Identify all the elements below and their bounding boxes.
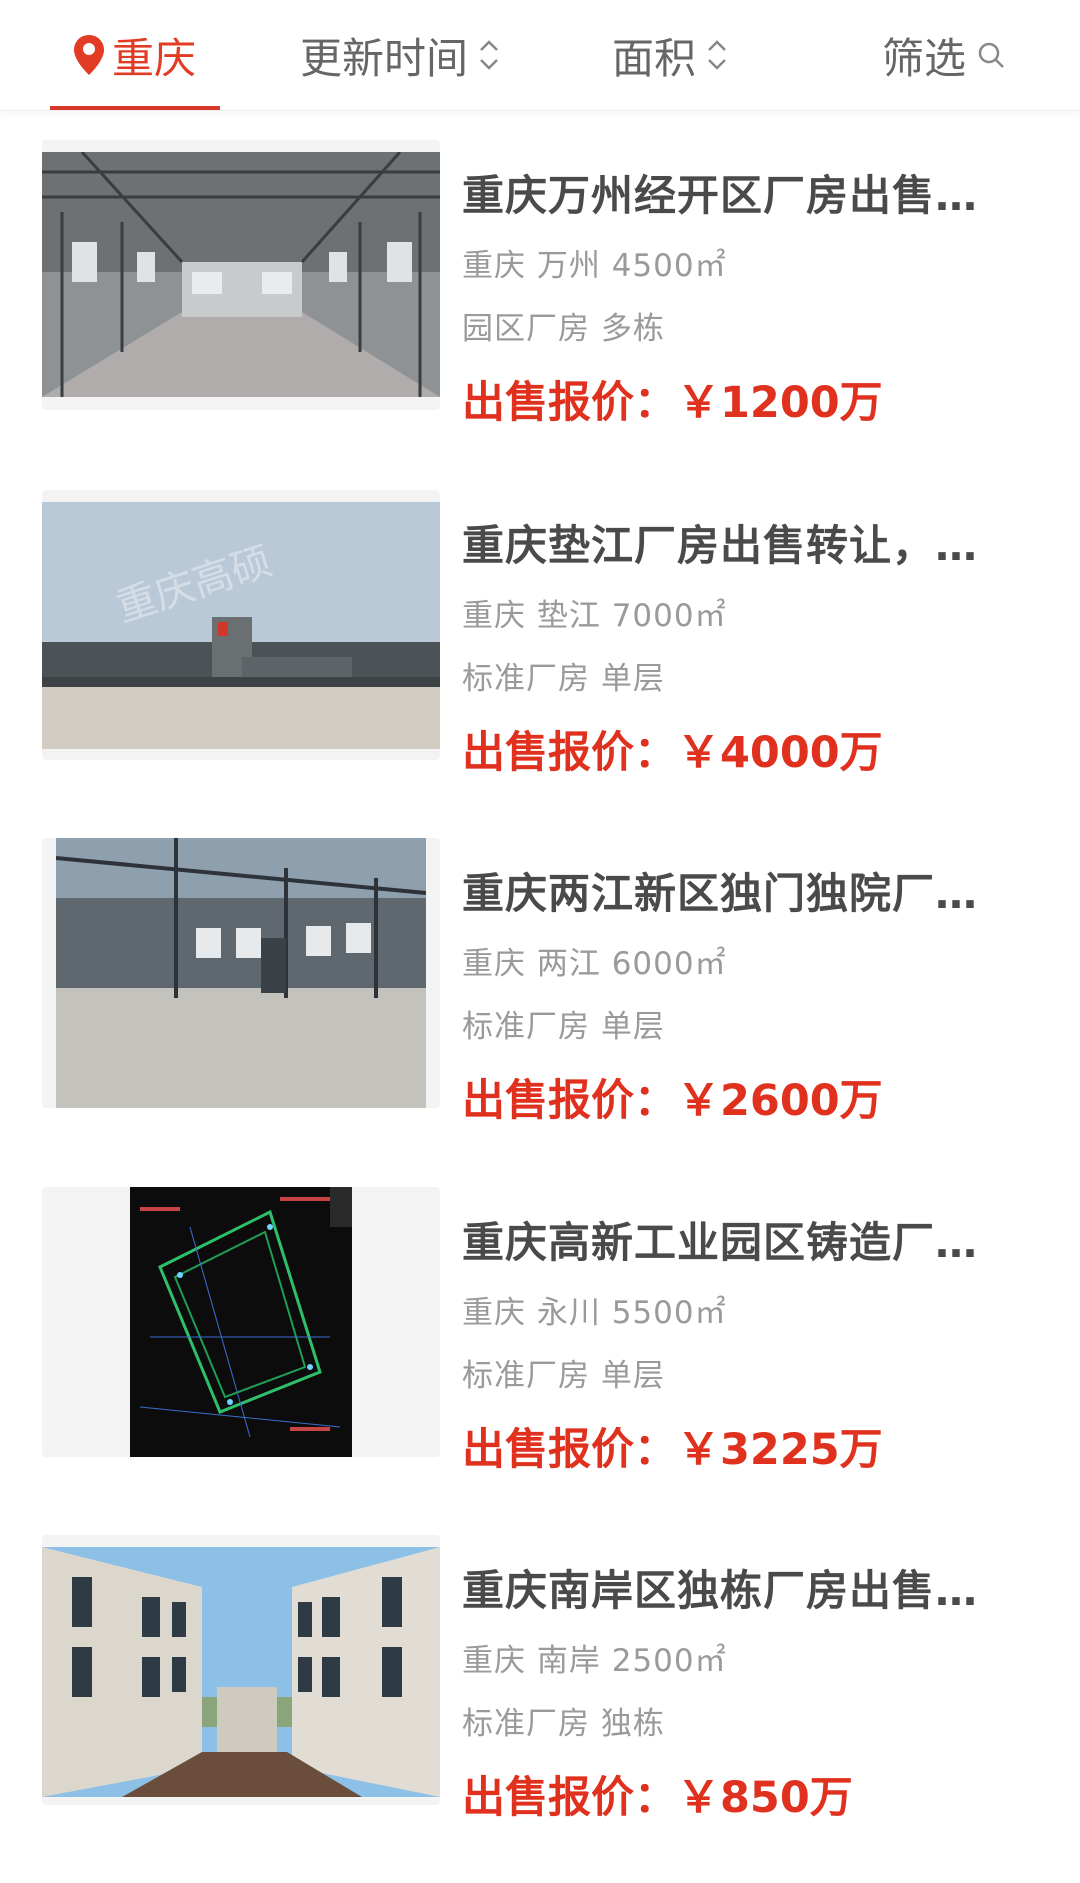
price-label: 出售报价： [462,728,677,778]
price-value: ￥3225万 [677,1425,883,1475]
factory-buildings-photo [42,1547,440,1797]
listing-type: 标准厂房 独栋 [462,1706,665,1742]
price-label: 出售报价： [462,378,677,428]
listing-item[interactable]: 重庆万州经开区厂房出售… 重庆 万州 4500㎡ 园区厂房 多栋 出售报价：￥1… [0,140,1080,430]
listing-location: 重庆 万州 4500㎡ [462,248,727,284]
filter-bar: 重庆 更新时间 面积 筛选 [0,0,1080,111]
listing-thumbnail[interactable] [42,140,440,410]
listing-title[interactable]: 重庆南岸区独栋厂房出售… [462,1557,1002,1618]
price-label: 出售报价： [462,1773,677,1823]
price-label: 出售报价： [462,1425,677,1475]
listing-item[interactable]: 重庆高新工业园区铸造厂… 重庆 永川 5500㎡ 标准厂房 单层 出售报价：￥3… [0,1187,1080,1477]
warehouse-interior-photo [56,838,426,1108]
warehouse-interior-photo [42,152,440,397]
factory-exterior-photo: 重庆高硕 [42,502,440,749]
city-selector[interactable]: 重庆 [72,0,196,110]
listing-thumbnail[interactable] [42,1535,440,1805]
listing-item[interactable]: 重庆两江新区独门独院厂… 重庆 两江 6000㎡ 标准厂房 单层 出售报价：￥2… [0,838,1080,1128]
listing-item[interactable]: 重庆南岸区独栋厂房出售… 重庆 南岸 2500㎡ 标准厂房 独栋 出售报价：￥8… [0,1535,1080,1825]
listing-thumbnail[interactable] [42,838,440,1108]
sort-by-area[interactable]: 面积 [612,0,728,110]
sort-by-update-time[interactable]: 更新时间 [300,0,500,110]
location-pin-icon [74,35,104,75]
listing-price: 出售报价：￥2600万 [462,1066,883,1128]
listing-type: 标准厂房 单层 [462,661,665,697]
listing-location: 重庆 垫江 7000㎡ [462,598,727,634]
price-value: ￥4000万 [677,728,883,778]
active-tab-indicator [50,106,220,110]
listing-thumbnail[interactable]: 重庆高硕 [42,490,440,760]
listing-price: 出售报价：￥850万 [462,1763,853,1825]
filter-button[interactable]: 筛选 [882,0,1006,110]
update-time-label: 更新时间 [300,33,469,83]
listing-title[interactable]: 重庆两江新区独门独院厂… [462,860,1002,921]
listing-title[interactable]: 重庆垫江厂房出售转让，… [462,512,1002,573]
sort-arrows-icon [708,40,726,70]
listing-price: 出售报价：￥1200万 [462,368,883,430]
search-icon [978,42,1004,68]
listing-title[interactable]: 重庆万州经开区厂房出售… [462,162,1002,223]
price-value: ￥1200万 [677,378,883,428]
listing-thumbnail[interactable] [42,1187,440,1457]
price-value: ￥850万 [677,1773,853,1823]
listing-title[interactable]: 重庆高新工业园区铸造厂… [462,1209,1002,1270]
filter-label: 筛选 [882,33,967,83]
listing-location: 重庆 永川 5500㎡ [462,1295,727,1331]
listing-type: 园区厂房 多栋 [462,311,665,347]
listing-location: 重庆 两江 6000㎡ [462,946,727,982]
site-plan-drawing [130,1187,352,1457]
area-label: 面积 [612,33,697,83]
city-label: 重庆 [112,33,197,83]
sort-arrows-icon [480,40,498,70]
price-label: 出售报价： [462,1076,677,1126]
listing-type: 标准厂房 单层 [462,1009,665,1045]
listing-price: 出售报价：￥3225万 [462,1415,883,1477]
listing-location: 重庆 南岸 2500㎡ [462,1643,727,1679]
listing-price: 出售报价：￥4000万 [462,718,883,780]
listing-type: 标准厂房 单层 [462,1358,665,1394]
listing-item[interactable]: 重庆高硕 重庆垫江厂房出售转让，… 重庆 垫江 7000㎡ 标准厂房 单层 出售… [0,490,1080,780]
price-value: ￥2600万 [677,1076,883,1126]
